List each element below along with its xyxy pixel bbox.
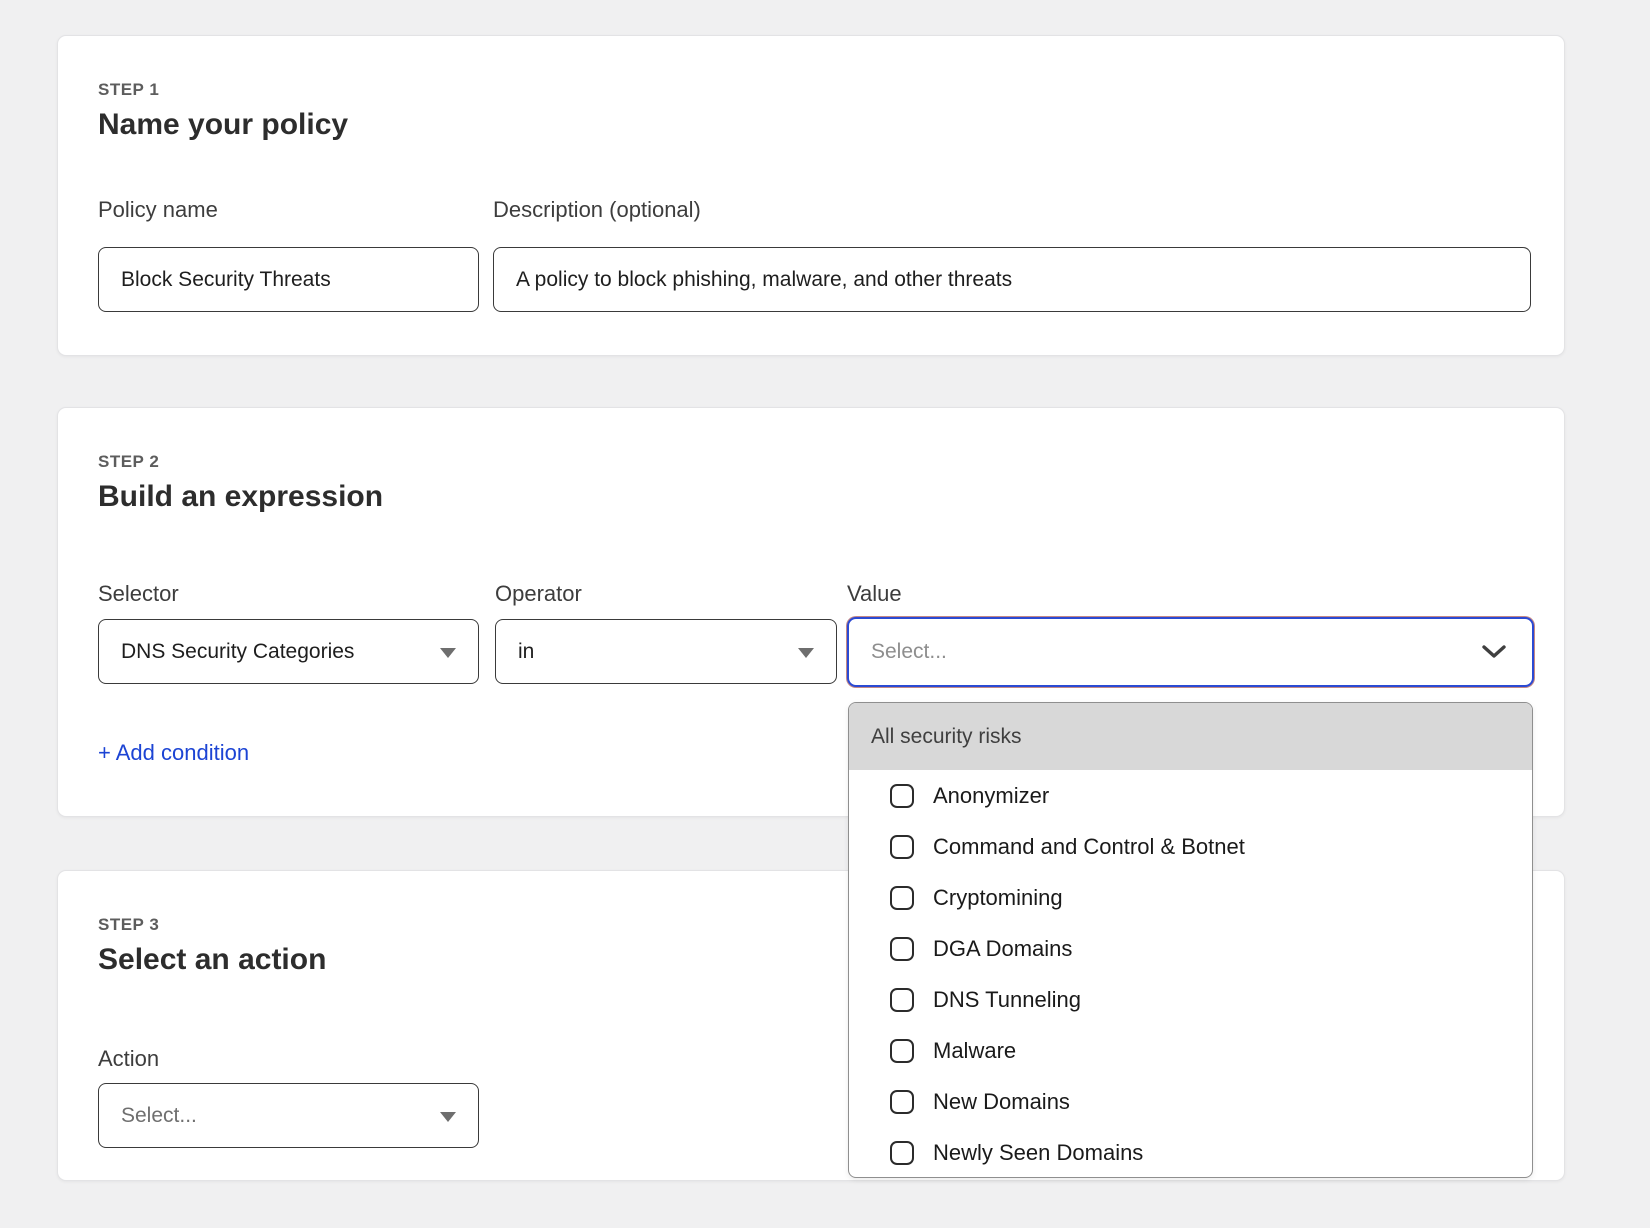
action-select[interactable]: Select... (98, 1083, 479, 1148)
dropdown-option[interactable]: Anonymizer (849, 770, 1532, 821)
add-condition-link[interactable]: + Add condition (98, 740, 249, 766)
caret-down-icon (440, 648, 456, 658)
option-label: Anonymizer (933, 783, 1049, 809)
option-label: Malware (933, 1038, 1016, 1064)
checkbox[interactable] (890, 988, 914, 1012)
dropdown-option[interactable]: Newly Seen Domains (849, 1127, 1532, 1178)
action-label: Action (98, 1046, 159, 1072)
caret-down-icon (440, 1112, 456, 1122)
operator-select[interactable]: in (495, 619, 837, 684)
step3-label: STEP 3 (98, 915, 159, 935)
option-label: Cryptomining (933, 885, 1063, 911)
option-label: Command and Control & Botnet (933, 834, 1245, 860)
option-label: DGA Domains (933, 936, 1072, 962)
step1-card: STEP 1 Name your policy Policy name Desc… (57, 35, 1565, 356)
policy-name-label: Policy name (98, 197, 218, 223)
step3-title: Select an action (98, 943, 326, 977)
description-input[interactable] (493, 247, 1531, 312)
step1-title: Name your policy (98, 108, 348, 142)
option-label: New Domains (933, 1089, 1070, 1115)
selector-select-value: DNS Security Categories (121, 640, 354, 664)
checkbox[interactable] (890, 1141, 914, 1165)
checkbox[interactable] (890, 1039, 914, 1063)
value-select-placeholder: Select... (871, 640, 947, 664)
option-label: DNS Tunneling (933, 987, 1081, 1013)
action-select-placeholder: Select... (121, 1104, 197, 1128)
value-label: Value (847, 581, 902, 607)
description-label: Description (optional) (493, 197, 701, 223)
checkbox[interactable] (890, 835, 914, 859)
caret-down-icon (798, 648, 814, 658)
checkbox[interactable] (890, 886, 914, 910)
operator-select-value: in (518, 640, 534, 664)
checkbox[interactable] (890, 1090, 914, 1114)
dropdown-option[interactable]: Malware (849, 1025, 1532, 1076)
dropdown-option-all-security-risks[interactable]: All security risks (849, 703, 1532, 770)
step2-label: STEP 2 (98, 452, 159, 472)
step2-title: Build an expression (98, 480, 383, 514)
checkbox[interactable] (890, 784, 914, 808)
value-dropdown-panel: All security risks Anonymizer Command an… (848, 702, 1533, 1178)
dropdown-option[interactable]: DNS Tunneling (849, 974, 1532, 1025)
checkbox[interactable] (890, 937, 914, 961)
dropdown-option[interactable]: Command and Control & Botnet (849, 821, 1532, 872)
chevron-down-icon (1482, 645, 1506, 659)
selector-label: Selector (98, 581, 179, 607)
step1-label: STEP 1 (98, 80, 159, 100)
policy-builder-page: STEP 1 Name your policy Policy name Desc… (0, 0, 1650, 1228)
dropdown-option[interactable]: DGA Domains (849, 923, 1532, 974)
selector-select[interactable]: DNS Security Categories (98, 619, 479, 684)
dropdown-option[interactable]: Cryptomining (849, 872, 1532, 923)
value-select[interactable]: Select... (847, 617, 1534, 687)
dropdown-option[interactable]: New Domains (849, 1076, 1532, 1127)
operator-label: Operator (495, 581, 582, 607)
option-label: Newly Seen Domains (933, 1140, 1143, 1166)
policy-name-input[interactable] (98, 247, 479, 312)
